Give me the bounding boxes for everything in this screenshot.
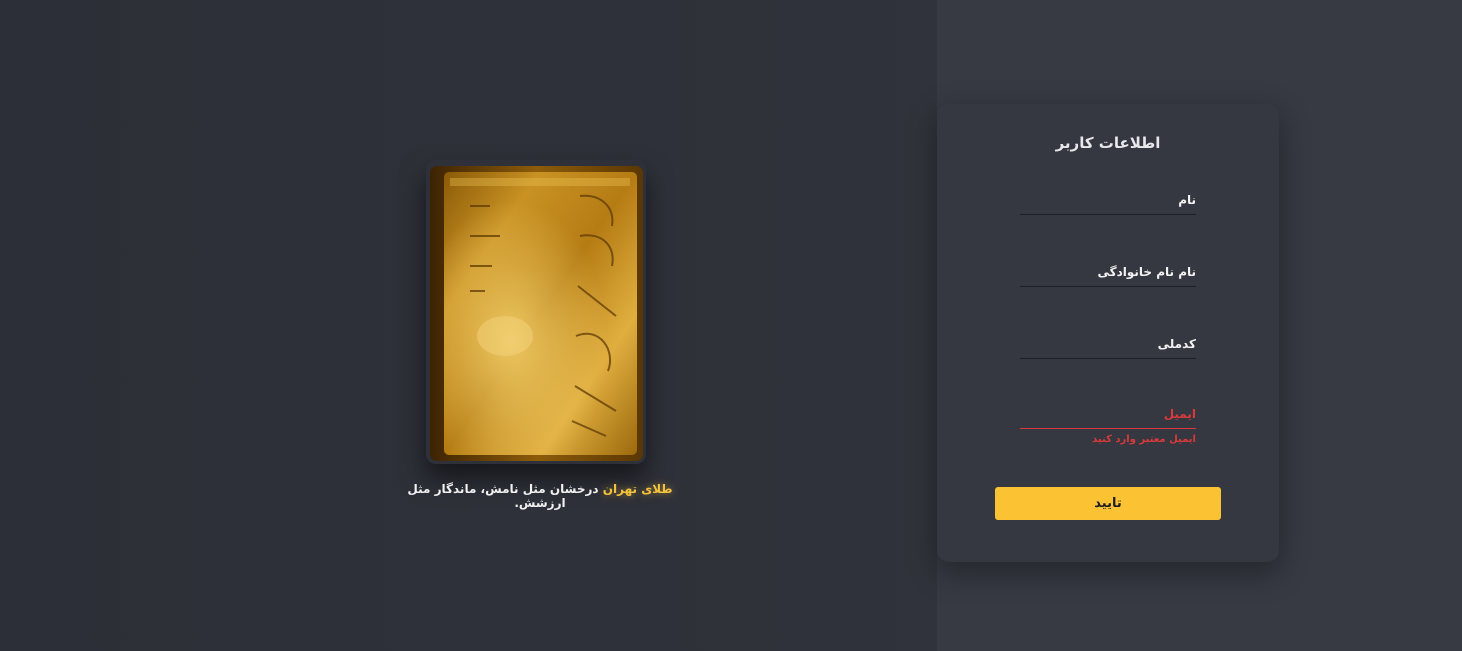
hero-tagline: طلای تهران درخشان مثل نامش، ماندگار مثل … [380, 482, 700, 510]
email-error-message: ایمیل معتبر وارد کنید [1092, 434, 1196, 445]
last-name-underline [1020, 286, 1196, 287]
card-title: اطلاعات کاربر [1055, 134, 1161, 152]
tagline-text: درخشان مثل نامش، ماندگار مثل ارزشش. [407, 482, 603, 510]
first-name-underline [1020, 214, 1196, 215]
last-name-field[interactable]: نام نام خانوادگی [1020, 251, 1196, 287]
national-id-field[interactable]: کدملی [1020, 323, 1196, 359]
user-info-card: اطلاعات کاربر نام نام نام خانوادگی کدملی… [937, 104, 1279, 562]
email-underline [1020, 428, 1196, 429]
first-name-label: نام [1178, 193, 1196, 207]
email-field[interactable]: ایمیل [1020, 393, 1196, 429]
last-name-label: نام نام خانوادگی [1097, 265, 1196, 279]
national-id-label: کدملی [1157, 337, 1196, 351]
tagline-brand: طلای تهران [602, 482, 673, 496]
national-id-underline [1020, 358, 1196, 359]
gold-bar-image [430, 166, 643, 461]
submit-button[interactable]: تایید [995, 487, 1221, 520]
first-name-field[interactable]: نام [1020, 179, 1196, 215]
email-label: ایمیل [1163, 407, 1196, 421]
hero-section: طلای تهران درخشان مثل نامش، ماندگار مثل … [380, 160, 700, 520]
